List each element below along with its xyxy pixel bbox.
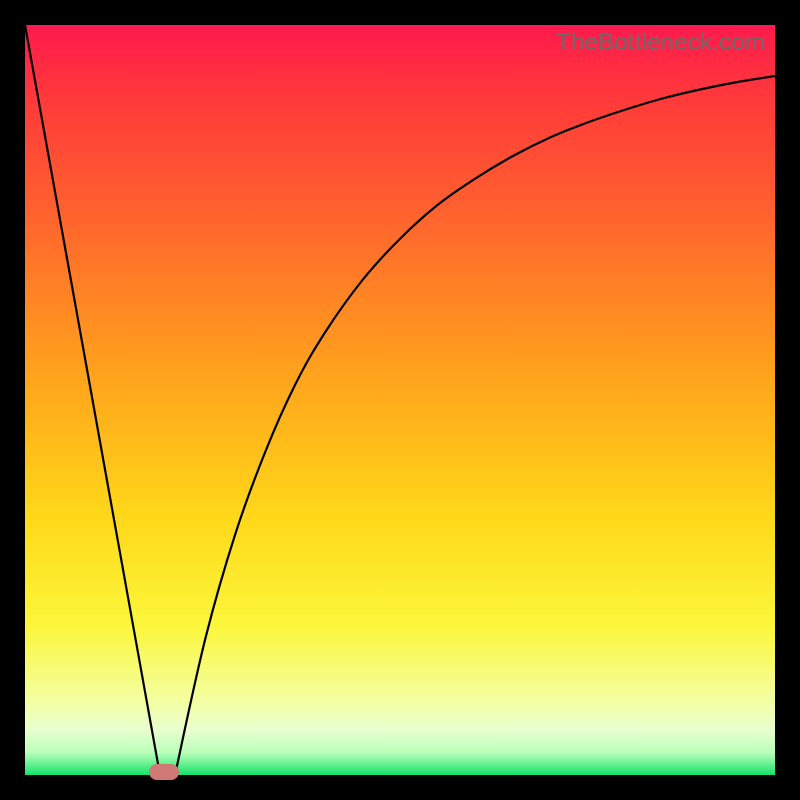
- curve-left-branch: [25, 25, 160, 775]
- curve-right-branch: [175, 76, 775, 775]
- curve-layer: [25, 25, 775, 775]
- plot-area: TheBottleneck.com: [25, 25, 775, 775]
- minimum-marker: [149, 764, 179, 780]
- chart-frame: TheBottleneck.com: [0, 0, 800, 800]
